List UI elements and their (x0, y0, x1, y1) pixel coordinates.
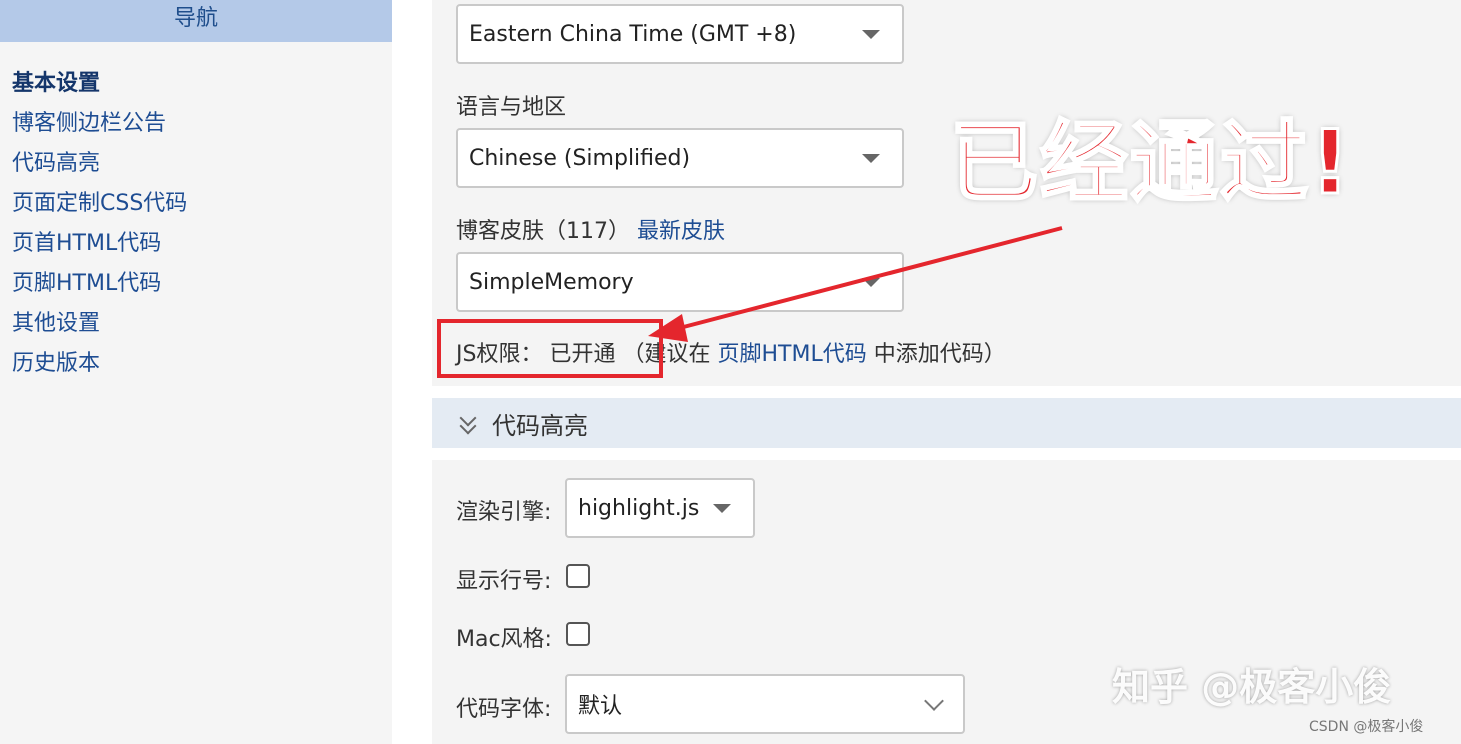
caret-down-icon (862, 278, 880, 287)
caret-down-icon (862, 30, 880, 39)
timezone-select[interactable]: Eastern China Time (GMT +8) (456, 4, 904, 64)
code-font-label: 代码字体: (456, 697, 552, 722)
chevron-down-icon (924, 691, 944, 711)
watermark-credit: CSDN @极客小俊 (1309, 719, 1424, 735)
engine-value: highlight.js (578, 495, 700, 521)
mac-style-checkbox[interactable] (566, 622, 590, 646)
code-font-select[interactable]: 默认 (565, 674, 965, 734)
footer-html-link[interactable]: 页脚HTML代码 (718, 342, 867, 367)
nav-item-sidebar-notice[interactable]: 博客侧边栏公告 (12, 104, 392, 144)
sidebar-title: 导航 (0, 0, 392, 42)
caret-down-icon (713, 504, 731, 513)
annotation-callout: 已经通过! (948, 110, 1353, 216)
nav-item-footer-html[interactable]: 页脚HTML代码 (12, 264, 392, 304)
sidebar-nav: 导航 基本设置 博客侧边栏公告 代码高亮 页面定制CSS代码 页首HTML代码 … (0, 0, 392, 744)
nav-item-basic-settings[interactable]: 基本设置 (12, 64, 392, 104)
watermark: 知乎 @极客小俊 (1112, 665, 1392, 709)
skin-select[interactable]: SimpleMemory (456, 252, 904, 312)
nav-item-custom-css[interactable]: 页面定制CSS代码 (12, 184, 392, 224)
section-divider (432, 448, 1461, 460)
skin-label: 博客皮肤（117） (456, 219, 630, 244)
mac-style-label: Mac风格: (456, 627, 552, 652)
nav-item-code-highlight[interactable]: 代码高亮 (12, 144, 392, 184)
nav-list: 基本设置 博客侧边栏公告 代码高亮 页面定制CSS代码 页首HTML代码 页脚H… (0, 42, 392, 384)
section-divider (432, 386, 1461, 398)
nav-item-history[interactable]: 历史版本 (12, 344, 392, 384)
latest-skins-link[interactable]: 最新皮肤 (637, 219, 725, 244)
language-value: Chinese (Simplified) (469, 145, 691, 171)
language-select[interactable]: Chinese (Simplified) (456, 128, 904, 188)
annotation-highlight-box (437, 319, 663, 378)
section-title: 代码高亮 (492, 411, 588, 440)
code-font-value: 默认 (578, 694, 623, 719)
code-highlight-section-header[interactable]: 代码高亮 (432, 398, 1461, 448)
js-hint-suffix: 中添加代码） (873, 342, 1006, 367)
line-number-checkbox[interactable] (566, 564, 590, 588)
nav-item-other-settings[interactable]: 其他设置 (12, 304, 392, 344)
nav-item-header-html[interactable]: 页首HTML代码 (12, 224, 392, 264)
skin-value: SimpleMemory (469, 269, 634, 295)
double-chevron-down-icon (458, 411, 478, 435)
render-engine-select[interactable]: highlight.js (565, 478, 755, 538)
skin-label-row: 博客皮肤（117） 最新皮肤 (456, 213, 725, 245)
line-number-label: 显示行号: (456, 569, 552, 594)
caret-down-icon (862, 154, 880, 163)
language-label: 语言与地区 (456, 95, 567, 120)
engine-label: 渲染引擎: (456, 500, 552, 525)
timezone-value: Eastern China Time (GMT +8) (469, 21, 797, 47)
